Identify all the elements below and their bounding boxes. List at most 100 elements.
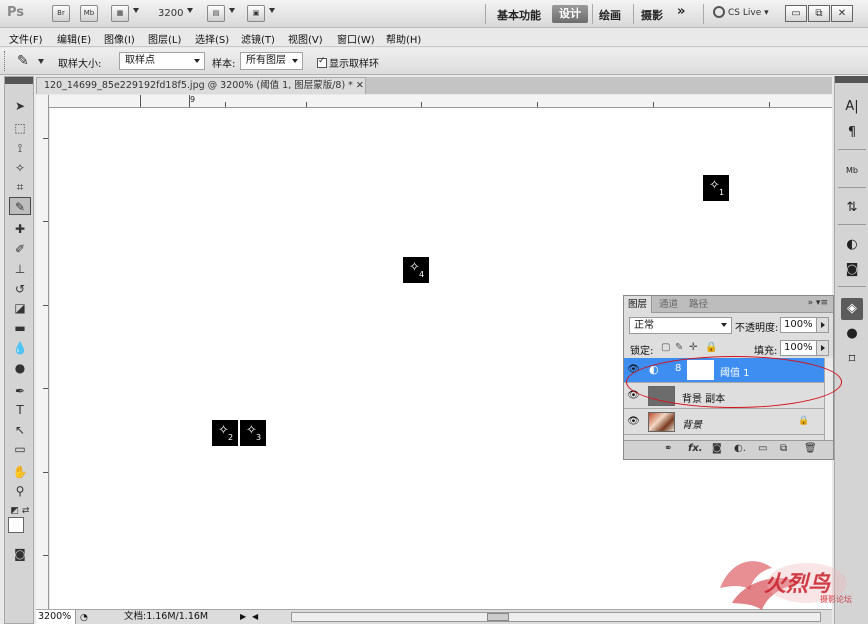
add-mask-icon[interactable]: ◙	[712, 443, 722, 454]
cs-live-menu[interactable]: CS Live ▾	[713, 6, 769, 18]
tools-panel-grip[interactable]	[5, 77, 33, 84]
zoom-tool-icon[interactable]: ⚲	[9, 482, 31, 500]
link-layers-icon[interactable]: ⚭	[664, 443, 672, 454]
quick-mask-icon[interactable]: ◙	[9, 545, 31, 563]
color-sampler-1[interactable]: ✧ 1	[703, 175, 729, 201]
scroll-left-icon[interactable]: ◀	[252, 610, 258, 624]
status-zoom-field[interactable]: 3200%	[36, 610, 76, 624]
view-extras-dropdown-icon[interactable]	[133, 8, 139, 13]
paths-panel-icon[interactable]: ⌑	[841, 349, 863, 371]
screen-mode-dropdown-icon[interactable]	[269, 8, 275, 13]
tab-channels[interactable]: 通道	[655, 296, 682, 313]
mini-bridge-panel-icon[interactable]: Mb	[841, 160, 863, 182]
eyedropper-tool-icon[interactable]: ✎	[9, 197, 31, 215]
close-button[interactable]: ✕	[831, 5, 853, 22]
type-tool-icon[interactable]: T	[9, 401, 31, 419]
opacity-field[interactable]: 100%	[780, 317, 829, 333]
workspace-photography-button[interactable]: 摄影	[641, 7, 663, 23]
menu-file[interactable]: 文件(F)	[9, 31, 43, 46]
horizontal-ruler[interactable]: 9	[49, 95, 832, 108]
quick-selection-tool-icon[interactable]: ✧	[9, 159, 31, 177]
lock-all-icon[interactable]: 🔒	[705, 342, 717, 353]
minimize-button[interactable]: ▭	[785, 5, 807, 22]
hand-tool-icon[interactable]: ✋	[9, 463, 31, 481]
menu-edit[interactable]: 编辑(E)	[57, 31, 91, 46]
new-adjustment-layer-icon[interactable]: ◐.	[734, 443, 746, 454]
crop-tool-icon[interactable]: ⌗	[9, 178, 31, 196]
color-sampler-3[interactable]: ✧ 3	[240, 420, 266, 446]
lock-transparent-icon[interactable]: ▢	[661, 342, 670, 353]
chevron-right-icon[interactable]	[816, 341, 828, 355]
panels-grip[interactable]	[835, 76, 868, 83]
marquee-tool-icon[interactable]: ⬚	[9, 119, 31, 137]
color-sampler-2[interactable]: ✧ 2	[212, 420, 238, 446]
menu-select[interactable]: 选择(S)	[195, 31, 229, 46]
launch-bridge-button[interactable]: Br	[52, 5, 70, 22]
menu-view[interactable]: 视图(V)	[288, 31, 323, 46]
new-layer-icon[interactable]: ⧉	[780, 443, 787, 454]
masks-panel-icon[interactable]: ◙	[841, 259, 863, 281]
paragraph-panel-icon[interactable]: ¶	[841, 122, 863, 144]
character-panel-icon[interactable]: A|	[841, 96, 863, 118]
vertical-ruler[interactable]	[36, 95, 49, 609]
sample-layers-select[interactable]: 所有图层	[240, 52, 303, 70]
checkbox-icon[interactable]	[317, 56, 327, 68]
workspace-design-button[interactable]: 设计	[552, 5, 588, 23]
shape-tool-icon[interactable]: ▭	[9, 440, 31, 458]
layers-panel-icon[interactable]: ◈	[841, 298, 863, 320]
restore-button[interactable]: ⧉	[808, 5, 830, 22]
arrange-documents-icon[interactable]: ▤	[207, 5, 225, 22]
sample-size-select[interactable]: 取样点	[119, 52, 205, 70]
eraser-tool-icon[interactable]: ◪	[9, 299, 31, 317]
options-bar-grip[interactable]	[4, 51, 7, 71]
adjustments-panel-icon[interactable]: ◐	[841, 234, 863, 256]
clone-stamp-tool-icon[interactable]: ⊥	[9, 260, 31, 278]
zoom-level-display[interactable]: 3200	[158, 8, 183, 19]
menu-help[interactable]: 帮助(H)	[386, 31, 421, 46]
tab-layers[interactable]: 图层	[624, 296, 653, 313]
path-selection-tool-icon[interactable]: ↖	[9, 421, 31, 439]
scrollbar-thumb[interactable]	[487, 613, 509, 621]
menu-filter[interactable]: 滤镜(T)	[241, 31, 275, 46]
lasso-tool-icon[interactable]: ⟟	[9, 139, 31, 157]
menu-image[interactable]: 图像(I)	[104, 31, 135, 46]
history-brush-tool-icon[interactable]: ↺	[9, 280, 31, 298]
clone-source-panel-icon[interactable]: ⇅	[841, 197, 863, 219]
blur-tool-icon[interactable]: 💧	[9, 339, 31, 357]
show-sampling-ring-checkbox[interactable]: 显示取样环	[317, 55, 379, 70]
status-menu-arrow-icon[interactable]: ▶	[240, 610, 246, 624]
dodge-tool-icon[interactable]: ●	[9, 359, 31, 377]
more-workspaces-icon[interactable]: »	[677, 4, 685, 19]
tab-paths[interactable]: 路径	[685, 296, 712, 313]
eye-icon[interactable]: 👁	[626, 414, 641, 429]
delete-layer-icon[interactable]: 🗑	[804, 443, 817, 454]
arrange-dropdown-icon[interactable]	[229, 8, 235, 13]
screen-mode-icon[interactable]: ▣	[247, 5, 265, 22]
menu-layer[interactable]: 图层(L)	[148, 31, 181, 46]
new-group-icon[interactable]: ▭	[758, 443, 767, 454]
brush-tool-icon[interactable]: ✐	[9, 240, 31, 258]
workspace-painting-button[interactable]: 绘画	[599, 7, 621, 23]
launch-mini-bridge-button[interactable]: Mb	[80, 5, 98, 22]
menu-window[interactable]: 窗口(W)	[337, 31, 375, 46]
pen-tool-icon[interactable]: ✒	[9, 382, 31, 400]
lock-position-icon[interactable]: ✛	[689, 342, 697, 353]
healing-brush-tool-icon[interactable]: ✚	[9, 220, 31, 238]
layer-style-icon[interactable]: fx.	[688, 443, 703, 454]
tool-preset-dropdown-icon[interactable]	[38, 59, 44, 64]
lock-image-icon[interactable]: ✎	[675, 342, 683, 353]
channels-panel-icon[interactable]: ●	[841, 323, 863, 345]
eyedropper-tool-preset-icon[interactable]: ✎	[17, 53, 29, 69]
blend-mode-select[interactable]: 正常	[629, 317, 732, 334]
foreground-color-swatch[interactable]	[8, 517, 24, 533]
color-sampler-4[interactable]: ✧ 4	[403, 257, 429, 283]
chevron-right-icon[interactable]	[816, 318, 828, 332]
view-extras-icon[interactable]: ▦	[111, 5, 129, 22]
document-tab[interactable]: 120_14699_85e229192fd18f5.jpg @ 3200% (阈…	[36, 77, 366, 94]
move-tool-icon[interactable]: ➤	[9, 97, 31, 115]
panel-menu-icon[interactable]: » ▾≡	[808, 298, 828, 308]
status-info-icon[interactable]: ◔	[80, 611, 88, 624]
zoom-dropdown-icon[interactable]	[187, 8, 193, 13]
workspace-essentials-button[interactable]: 基本功能	[497, 7, 541, 23]
layer-row-background[interactable]: 👁 背景 🔒	[624, 410, 825, 435]
